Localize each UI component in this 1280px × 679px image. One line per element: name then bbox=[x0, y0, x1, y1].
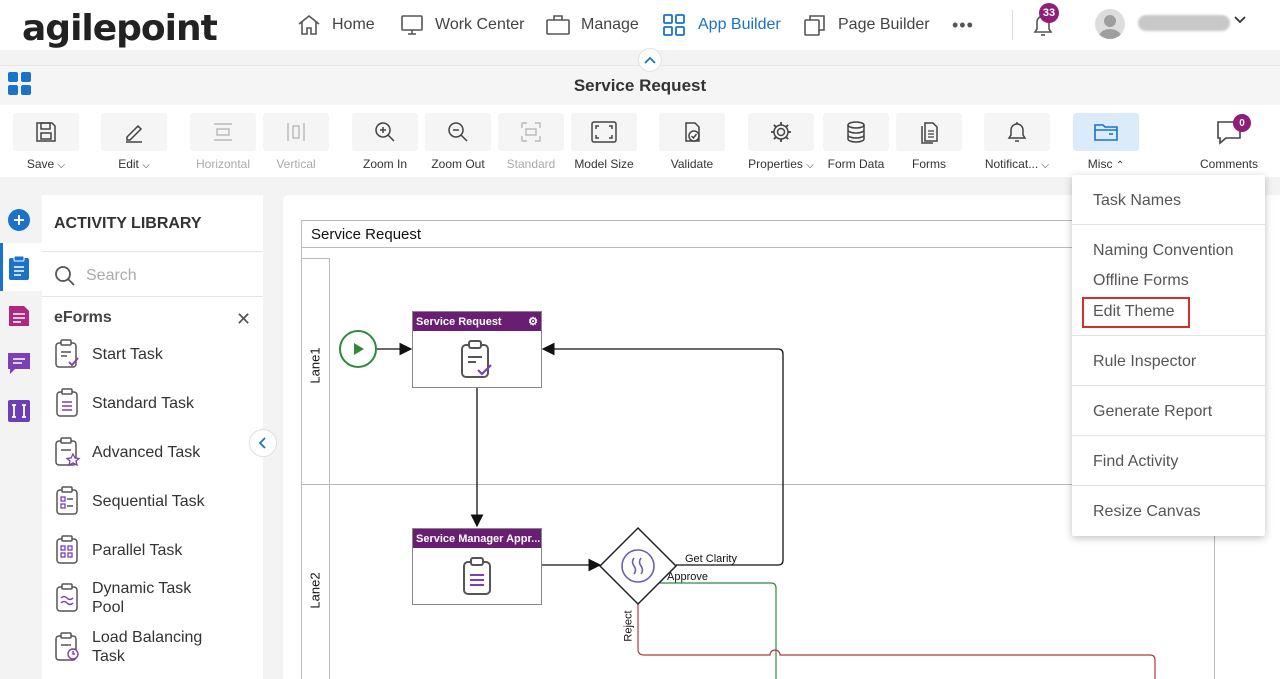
misc-dropdown-menu: Task Names Naming Convention Offline For… bbox=[1072, 175, 1265, 536]
menu-divider bbox=[1072, 485, 1265, 486]
connector-approve[interactable] bbox=[660, 582, 777, 679]
menu-item-generate-report[interactable]: Generate Report bbox=[1093, 403, 1212, 421]
edge-label-reject: Reject bbox=[622, 610, 635, 642]
menu-item-offline-forms[interactable]: Offline Forms bbox=[1093, 272, 1189, 290]
menu-item-naming-convention[interactable]: Naming Convention bbox=[1093, 242, 1234, 260]
edge-label-get-clarity: Get Clarity bbox=[685, 553, 737, 565]
task-service-request[interactable]: Service Request ⚙ bbox=[412, 311, 542, 388]
task-title: Service Manager Appr... bbox=[416, 532, 541, 545]
connector-reject[interactable] bbox=[637, 604, 1156, 679]
connector-get-clarity[interactable] bbox=[541, 342, 784, 566]
task-title: Service Request bbox=[416, 315, 502, 328]
standard-task-icon bbox=[463, 557, 491, 595]
gear-icon[interactable]: ⚙ bbox=[540, 532, 541, 545]
edge-label-approve: Approve bbox=[667, 571, 708, 583]
edit-theme-highlight-box bbox=[1082, 297, 1190, 328]
menu-item-resize-canvas[interactable]: Resize Canvas bbox=[1093, 503, 1201, 521]
task-service-manager-approval[interactable]: Service Manager Appr...⚙ bbox=[412, 528, 542, 605]
menu-item-rule-inspector[interactable]: Rule Inspector bbox=[1093, 353, 1196, 371]
gear-icon[interactable]: ⚙ bbox=[528, 315, 538, 328]
menu-item-task-names[interactable]: Task Names bbox=[1093, 192, 1181, 210]
menu-divider bbox=[1072, 435, 1265, 436]
start-task-icon bbox=[461, 340, 492, 378]
menu-divider bbox=[1072, 335, 1265, 336]
menu-item-find-activity[interactable]: Find Activity bbox=[1093, 453, 1178, 471]
gateway-inner-circle bbox=[621, 549, 655, 583]
menu-divider bbox=[1072, 224, 1265, 225]
menu-divider bbox=[1072, 385, 1265, 386]
